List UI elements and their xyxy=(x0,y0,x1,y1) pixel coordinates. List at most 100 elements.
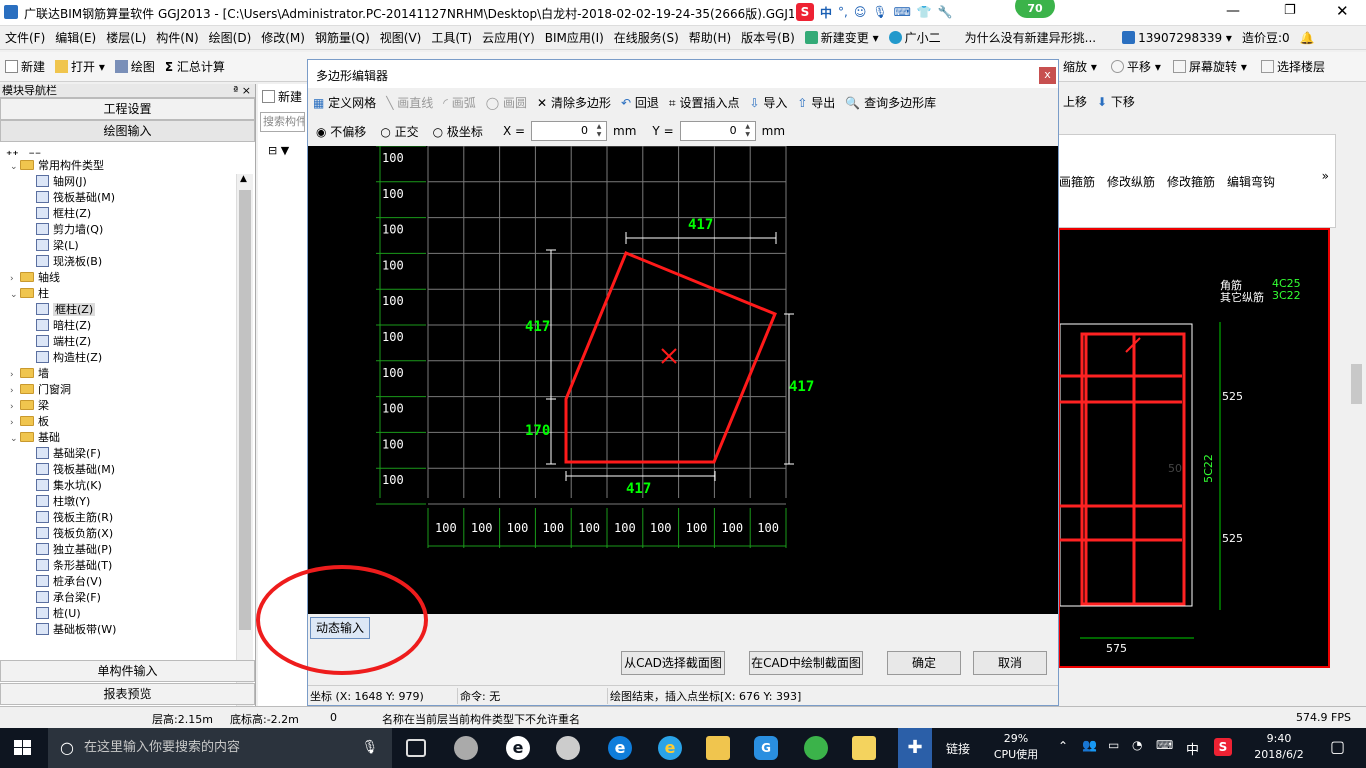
tree-item[interactable]: 筏板基础(M) xyxy=(36,190,115,206)
move-down-button[interactable]: ⬇ 下移 xyxy=(1092,88,1140,116)
export-button[interactable]: ⇧ 导出 xyxy=(792,89,840,117)
taskbar-search-box[interactable]: ○ 在这里输入你要搜索的内容 🎙 xyxy=(48,728,392,768)
open-button[interactable]: 打开 ▾ xyxy=(50,53,110,81)
mic-search-icon[interactable]: 🎙 xyxy=(361,728,378,768)
tree-folder[interactable]: › 轴线 xyxy=(10,270,60,286)
expand-toggle-icon[interactable]: ⌄ xyxy=(10,287,20,303)
menu-assistant[interactable]: 广小二 xyxy=(884,26,946,50)
draw-input-button[interactable]: 绘图输入 xyxy=(0,120,255,142)
draw-arc-button[interactable]: ◜ 画弧 xyxy=(438,89,481,117)
tree-item[interactable]: 剪力墙(Q) xyxy=(36,222,103,238)
tree-item[interactable]: 构造柱(Z) xyxy=(36,350,102,366)
menu-new-change[interactable]: 新建变更 ▾ xyxy=(800,26,884,50)
expand-toggle-icon[interactable]: ⌄ xyxy=(10,431,20,447)
shirt-icon[interactable]: 👕 xyxy=(917,5,932,19)
link-toolbar[interactable]: 链接 xyxy=(946,740,970,757)
tree-item[interactable]: 暗柱(Z) xyxy=(36,318,91,334)
glodon-g-icon[interactable]: G xyxy=(754,736,778,760)
tree-item[interactable]: 筏板基础(M) xyxy=(36,462,115,478)
sum-button[interactable]: Σ 汇总计算 xyxy=(160,53,230,81)
keyboard-tray-icon[interactable]: ⌨ xyxy=(1156,738,1173,752)
tree-item[interactable]: 桩承台(V) xyxy=(36,574,102,590)
score-badge[interactable]: 70 xyxy=(1015,0,1055,18)
modify-stirrup-button[interactable]: 修改箍筋 xyxy=(1167,173,1215,190)
menu-tools[interactable]: 工具(T) xyxy=(426,26,477,50)
fan-app-icon[interactable] xyxy=(454,736,478,760)
user-account[interactable]: 13907298339 ▾ xyxy=(1117,26,1237,50)
menu-view[interactable]: 视图(V) xyxy=(375,26,427,50)
dialog-title-bar[interactable]: 多边形编辑器 x xyxy=(308,60,1058,88)
bell-icon[interactable]: 🔔 xyxy=(1295,26,1320,50)
expand-toggle-icon[interactable]: › xyxy=(10,367,20,383)
component-search-input[interactable]: 搜索构件 xyxy=(260,112,305,132)
edge-icon[interactable]: e xyxy=(608,736,632,760)
menu-online[interactable]: 在线服务(S) xyxy=(609,26,684,50)
edit-hook-button[interactable]: 编辑弯钩 xyxy=(1227,173,1275,190)
sogou-tray-icon[interactable]: S xyxy=(1214,738,1232,756)
set-insert-point-button[interactable]: ⌗ 设置插入点 xyxy=(664,89,745,117)
tree-folder[interactable]: ⌄ 柱 xyxy=(10,286,49,302)
tree-item[interactable]: 桩(U) xyxy=(36,606,81,622)
define-grid-button[interactable]: ▦ 定义网格 xyxy=(308,89,381,117)
browser-e-icon[interactable]: e xyxy=(506,736,530,760)
tree-item[interactable]: 框柱(Z) xyxy=(36,302,96,318)
tree-item[interactable]: 端柱(Z) xyxy=(36,334,91,350)
mid-new-button[interactable]: 新建 xyxy=(258,84,307,110)
tree-item[interactable]: 筏板负筋(X) xyxy=(36,526,113,542)
ime-toolbar[interactable]: S 中 °, ☺ 🎙 ⌨ 👕 🔧 xyxy=(796,3,953,21)
project-settings-button[interactable]: 工程设置 xyxy=(0,98,255,120)
ad-link[interactable]: 为什么没有新建异形挑... xyxy=(960,26,1101,50)
minimize-button[interactable]: — xyxy=(1226,4,1246,20)
keyboard-icon[interactable]: ⌨ xyxy=(894,5,911,19)
clear-polygon-button[interactable]: ✕ 清除多边形 xyxy=(532,89,616,117)
menu-cloud[interactable]: 云应用(Y) xyxy=(477,26,540,50)
y-spinner[interactable]: ▲ ▼ xyxy=(742,123,754,139)
x-input[interactable]: 0 ▲ ▼ xyxy=(531,121,608,141)
start-windows-icon[interactable] xyxy=(14,740,32,756)
mic-icon[interactable]: 🎙 xyxy=(872,5,887,19)
tree-item[interactable]: 独立基础(P) xyxy=(36,542,112,558)
expand-toggle-icon[interactable]: › xyxy=(10,383,20,399)
undo-button[interactable]: ↶ 回退 xyxy=(616,89,664,117)
tree-scrollbar[interactable]: ▲ ▼ xyxy=(236,174,253,730)
move-up-button[interactable]: 上移 xyxy=(1058,88,1092,116)
tree-item[interactable]: 轴网(J) xyxy=(36,174,87,190)
menu-draw[interactable]: 绘图(D) xyxy=(204,26,257,50)
zoom-button[interactable]: 缩放 ▾ xyxy=(1058,53,1102,81)
menu-floor[interactable]: 楼层(L) xyxy=(101,26,151,50)
menu-modify[interactable]: 修改(M) xyxy=(256,26,310,50)
select-floor-button[interactable]: 选择楼层 xyxy=(1256,53,1330,81)
clock[interactable]: 9:40 2018/6/2 xyxy=(1244,731,1314,763)
tree-item[interactable]: 条形基础(T) xyxy=(36,558,112,574)
tree-item[interactable]: 框柱(Z) xyxy=(36,206,91,222)
tree-node-column-icon[interactable]: ⊟ ▼ xyxy=(268,144,289,157)
tree-item[interactable]: 基础板带(W) xyxy=(36,622,116,638)
draw-line-button[interactable]: ╲ 画直线 xyxy=(381,89,438,117)
restore-button[interactable]: ❐ xyxy=(1284,3,1304,19)
report-preview-button[interactable]: 报表预览 xyxy=(0,683,255,705)
right-scrollbar[interactable] xyxy=(1348,134,1365,694)
query-library-button[interactable]: 🔍 查询多边形库 xyxy=(840,89,941,117)
task-view-icon[interactable] xyxy=(406,739,426,757)
wifi-icon[interactable]: ◔ xyxy=(1132,738,1142,752)
file-explorer-icon[interactable] xyxy=(706,736,730,760)
green-app-icon[interactable] xyxy=(804,736,828,760)
new-button[interactable]: 新建 xyxy=(0,53,50,81)
wrench-icon[interactable]: 🔧 xyxy=(938,5,953,19)
radio-ortho[interactable]: ○ 正交 xyxy=(380,123,418,140)
smile-icon[interactable]: ☺ xyxy=(854,5,867,19)
tray-chevron-icon[interactable]: ⌃ xyxy=(1058,739,1068,753)
tree-scroll-thumb[interactable] xyxy=(239,190,251,630)
y-input[interactable]: 0 ▲ ▼ xyxy=(679,121,756,141)
polygon-canvas[interactable]: 100 100 100 100 100 100 100 100 100 100 100 100 100… xyxy=(308,146,1058,614)
ime-mode[interactable]: 中 xyxy=(820,4,832,21)
tree-folder[interactable]: ⌄ 常用构件类型 xyxy=(10,158,104,174)
tree-folder[interactable]: › 梁 xyxy=(10,398,49,414)
battery-icon[interactable]: ▭ xyxy=(1108,738,1119,752)
tree-item[interactable]: 承台梁(F) xyxy=(36,590,101,606)
single-component-button[interactable]: 单构件输入 xyxy=(0,660,255,682)
tree-item[interactable]: 柱墩(Y) xyxy=(36,494,90,510)
more-chevron-icon[interactable]: » xyxy=(1322,169,1329,183)
expand-toggle-icon[interactable]: › xyxy=(10,271,20,287)
tree-item[interactable]: 现浇板(B) xyxy=(36,254,102,270)
